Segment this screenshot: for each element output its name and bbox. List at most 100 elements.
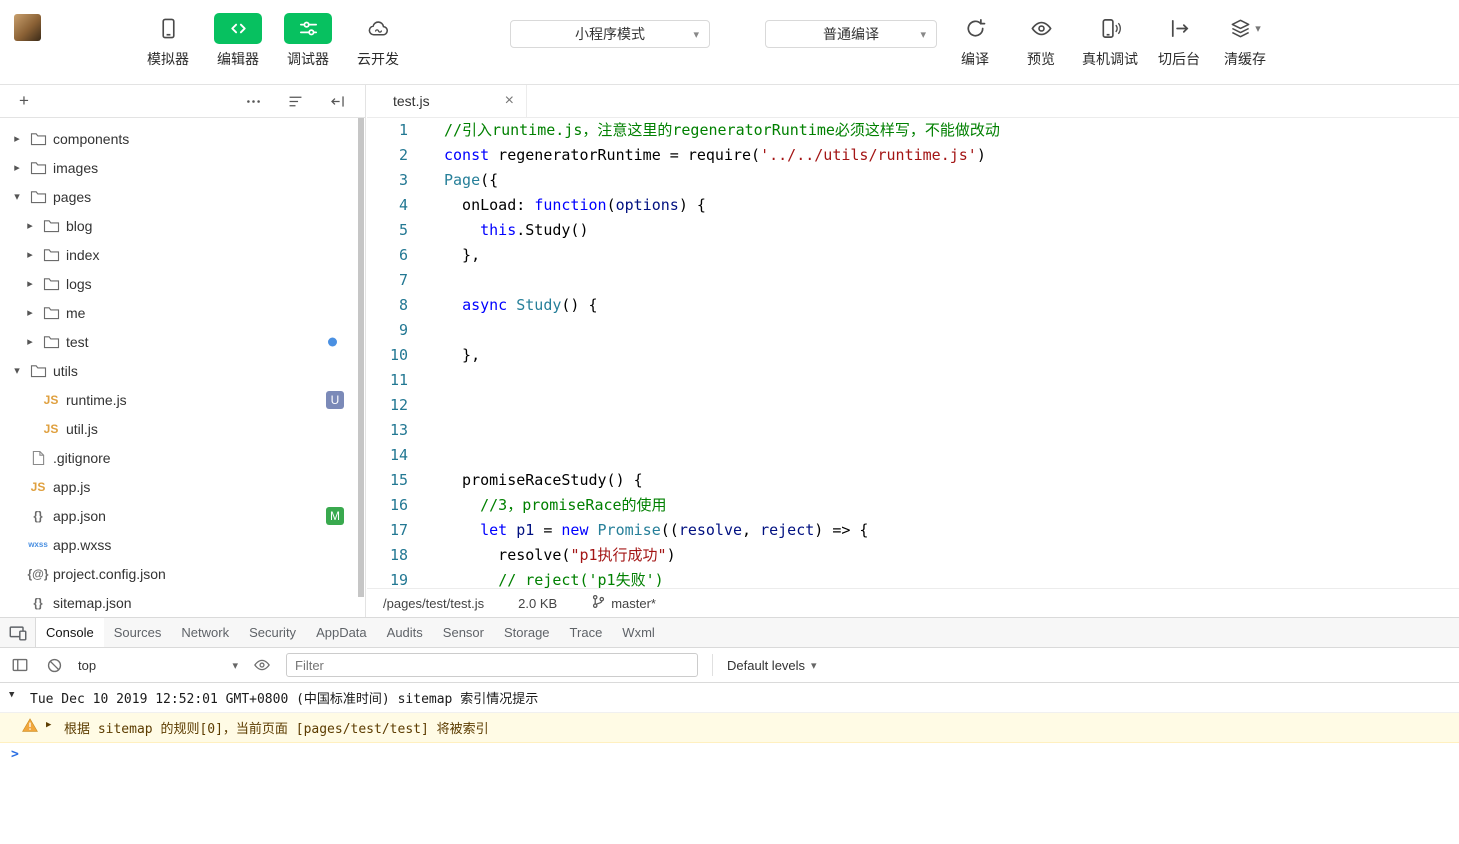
- console-message-text: 根据 sitemap 的规则[0]，当前页面 [pages/test/test]…: [64, 722, 489, 737]
- console-group-message[interactable]: ▼ Tue Dec 10 2019 12:52:01 GMT+0800 (中国标准…: [0, 683, 1459, 713]
- compile-mode-select[interactable]: 普通编译 ▾: [765, 20, 937, 48]
- toolbar-button-cloud-dev[interactable]: 云开发: [353, 13, 403, 69]
- devtools-tab-wxml[interactable]: Wxml: [612, 618, 665, 647]
- chevron-right-icon[interactable]: ▸: [21, 306, 39, 319]
- chevron-right-icon[interactable]: ▸: [21, 277, 39, 290]
- plus-icon[interactable]: +: [14, 91, 34, 111]
- mode-select[interactable]: 小程序模式 ▾: [510, 20, 710, 48]
- chevron-down-icon[interactable]: ▾: [8, 364, 26, 377]
- code-line[interactable]: 1 //引入runtime.js，注意这里的regeneratorRuntime必…: [367, 118, 1459, 143]
- code-line[interactable]: 2 const regeneratorRuntime = require('../…: [367, 143, 1459, 168]
- tree-item-images[interactable]: ▸ images: [0, 153, 357, 182]
- code-line[interactable]: 15 promiseRaceStudy() {: [367, 468, 1459, 493]
- code-line[interactable]: 16 //3，promiseRace的使用: [367, 493, 1459, 518]
- devtools-tab-storage[interactable]: Storage: [494, 618, 560, 647]
- devtools-tab-audits[interactable]: Audits: [377, 618, 433, 647]
- chevron-down-icon[interactable]: ▾: [8, 190, 26, 203]
- code-line[interactable]: 10 },: [367, 343, 1459, 368]
- chevron-right-icon[interactable]: ▸: [8, 132, 26, 145]
- tree-item-components[interactable]: ▸ components: [0, 124, 357, 153]
- tree-item-project.config.json[interactable]: {@} project.config.json: [0, 559, 357, 588]
- devtools-tab-network[interactable]: Network: [171, 618, 239, 647]
- console-sidebar-icon[interactable]: [10, 655, 30, 675]
- tree-item-test[interactable]: ▸ test: [0, 327, 357, 356]
- code-line[interactable]: 12: [367, 393, 1459, 418]
- user-avatar[interactable]: [14, 14, 41, 41]
- devtools-tab-trace[interactable]: Trace: [560, 618, 613, 647]
- scrollbar-thumb[interactable]: [358, 118, 364, 598]
- tree-item-.gitignore[interactable]: .gitignore: [0, 443, 357, 472]
- close-icon[interactable]: ×: [505, 93, 514, 109]
- chevron-right-icon[interactable]: ▸: [21, 248, 39, 261]
- tree-item-sitemap.json[interactable]: {} sitemap.json: [0, 588, 357, 617]
- list-icon[interactable]: [285, 91, 305, 111]
- compile-select-value: 普通编译: [823, 26, 879, 42]
- code-line[interactable]: 6 },: [367, 243, 1459, 268]
- line-number: 3: [398, 171, 408, 189]
- collapse-all-icon[interactable]: [327, 91, 347, 111]
- line-number: 13: [389, 421, 408, 439]
- tree-item-app.json[interactable]: {} app.json M: [0, 501, 357, 530]
- code-line[interactable]: 18 resolve("p1执行成功"): [367, 543, 1459, 568]
- log-levels-select[interactable]: Default levels ▾: [712, 654, 817, 676]
- toolbar-button-debugger[interactable]: 调试器: [283, 13, 333, 69]
- code-line[interactable]: 7: [367, 268, 1459, 293]
- code-line[interactable]: 4 onLoad: function(options) {: [367, 193, 1459, 218]
- devtools-tab-security[interactable]: Security: [239, 618, 306, 647]
- devtools-tab-appdata[interactable]: AppData: [306, 618, 377, 647]
- console-prompt[interactable]: >: [0, 743, 1459, 767]
- expand-open-icon[interactable]: ▼: [9, 690, 14, 700]
- inspect-device-icon[interactable]: [0, 618, 36, 647]
- chevron-right-icon[interactable]: ▸: [8, 161, 26, 174]
- toolbar-button-switch-background[interactable]: 切后台: [1154, 13, 1204, 69]
- folder-icon: [26, 188, 50, 206]
- code-line[interactable]: 11: [367, 368, 1459, 393]
- frame-context-select[interactable]: top ▾: [78, 658, 238, 673]
- console-warning-message[interactable]: ▶ 根据 sitemap 的规则[0]，当前页面 [pages/test/test…: [0, 713, 1459, 743]
- tree-item-pages[interactable]: ▾ pages: [0, 182, 357, 211]
- code-line[interactable]: 3 Page({: [367, 168, 1459, 193]
- statusbar-git[interactable]: master*: [591, 594, 656, 612]
- search-icon[interactable]: [58, 91, 78, 111]
- chevron-right-icon[interactable]: ▸: [21, 335, 39, 348]
- tree-item-app.js[interactable]: JS app.js: [0, 472, 357, 501]
- folder-icon: [39, 217, 63, 235]
- code-line[interactable]: 14: [367, 443, 1459, 468]
- toolbar-button-compile[interactable]: 编译: [950, 13, 1000, 69]
- clear-console-icon[interactable]: [44, 655, 64, 675]
- code-line[interactable]: 13: [367, 418, 1459, 443]
- toolbar-button-preview[interactable]: 预览: [1016, 13, 1066, 69]
- devtools-tab-sources[interactable]: Sources: [104, 618, 172, 647]
- code-line[interactable]: 9: [367, 318, 1459, 343]
- code-text: onLoad: function(options) {: [444, 196, 706, 214]
- tree-item-index[interactable]: ▸ index: [0, 240, 357, 269]
- tree-item-me[interactable]: ▸ me: [0, 298, 357, 327]
- toolbar-button-clear-cache[interactable]: ▾ 清缓存: [1220, 13, 1270, 69]
- more-icon[interactable]: [243, 91, 263, 111]
- toolbar-button-editor[interactable]: 编辑器: [213, 13, 263, 69]
- code-lines[interactable]: 1 //引入runtime.js，注意这里的regeneratorRuntime必…: [367, 118, 1459, 588]
- chevron-right-icon[interactable]: ▸: [21, 219, 39, 232]
- code-line[interactable]: 19 // reject('p1失败'): [367, 568, 1459, 588]
- git-status-badge: M: [326, 506, 344, 525]
- code-line[interactable]: 8 async Study() {: [367, 293, 1459, 318]
- devtools-tab-sensor[interactable]: Sensor: [433, 618, 494, 647]
- tree-item-runtime.js[interactable]: JS runtime.js U: [0, 385, 357, 414]
- code-line[interactable]: 17 let p1 = new Promise((resolve, reject…: [367, 518, 1459, 543]
- editor-tab-testjs[interactable]: test.js ×: [367, 85, 527, 117]
- eye-icon[interactable]: [252, 655, 272, 675]
- code-line[interactable]: 5 this.Study(): [367, 218, 1459, 243]
- tree-item-app.wxss[interactable]: wxss app.wxss: [0, 530, 357, 559]
- toolbar-button-remote-debug[interactable]: 真机调试: [1082, 13, 1138, 69]
- tree-item-logs[interactable]: ▸ logs: [0, 269, 357, 298]
- tree-item-blog[interactable]: ▸ blog: [0, 211, 357, 240]
- expand-closed-icon[interactable]: ▶: [46, 720, 51, 730]
- console-filter-input[interactable]: [286, 653, 698, 677]
- toolbar-button-simulator[interactable]: 模拟器: [143, 13, 193, 69]
- folder-icon: [26, 130, 50, 148]
- tree-item-utils[interactable]: ▾ utils: [0, 356, 357, 385]
- tree-item-util.js[interactable]: JS util.js: [0, 414, 357, 443]
- devtools-tab-console[interactable]: Console: [36, 618, 104, 647]
